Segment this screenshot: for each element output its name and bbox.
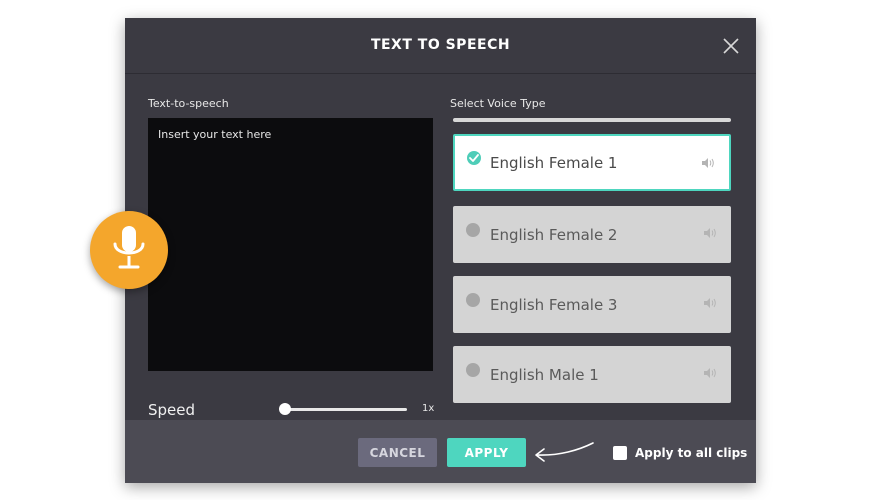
radio-dot-icon	[466, 293, 480, 307]
speaker-icon[interactable]	[703, 224, 717, 238]
voice-name: English Female 3	[490, 296, 618, 314]
voice-name: English Female 1	[490, 154, 618, 172]
apply-to-all-checkbox[interactable]	[613, 446, 627, 460]
speed-value: 1x	[422, 403, 435, 414]
voice-option[interactable]: English Female 2	[453, 206, 731, 263]
speaker-icon[interactable]	[701, 154, 715, 168]
voice-option[interactable]: English Female 3	[453, 276, 731, 333]
microphone-icon	[90, 211, 168, 289]
check-icon	[467, 151, 481, 165]
speed-slider[interactable]	[279, 403, 407, 415]
cancel-button[interactable]: CANCEL	[358, 438, 437, 467]
voice-list-scroll-edge	[453, 118, 731, 122]
dialog-footer: CANCEL APPLY Apply to all clips	[125, 420, 756, 483]
voice-option[interactable]: English Male 1	[453, 346, 731, 403]
text-to-speech-dialog: TEXT TO SPEECH Text-to-speech Speed 1x S…	[125, 18, 756, 483]
voice-name: English Male 1	[490, 366, 599, 384]
speaker-icon[interactable]	[703, 364, 717, 378]
dialog-header: TEXT TO SPEECH	[125, 18, 756, 74]
voice-panel-label: Select Voice Type	[450, 97, 546, 110]
text-panel-label: Text-to-speech	[148, 97, 229, 110]
dialog-title: TEXT TO SPEECH	[370, 37, 511, 53]
speed-label: Speed	[148, 401, 196, 419]
voice-option[interactable]: English Female 1	[453, 134, 731, 191]
voice-name: English Female 2	[490, 226, 618, 244]
close-icon[interactable]	[722, 37, 740, 55]
text-input[interactable]	[148, 118, 433, 371]
radio-dot-icon	[466, 223, 480, 237]
apply-button[interactable]: APPLY	[447, 438, 526, 467]
speed-slider-thumb[interactable]	[279, 403, 291, 415]
radio-dot-icon	[466, 363, 480, 377]
arrow-icon	[531, 440, 597, 466]
speaker-icon[interactable]	[703, 294, 717, 308]
apply-to-all-label: Apply to all clips	[635, 446, 748, 460]
